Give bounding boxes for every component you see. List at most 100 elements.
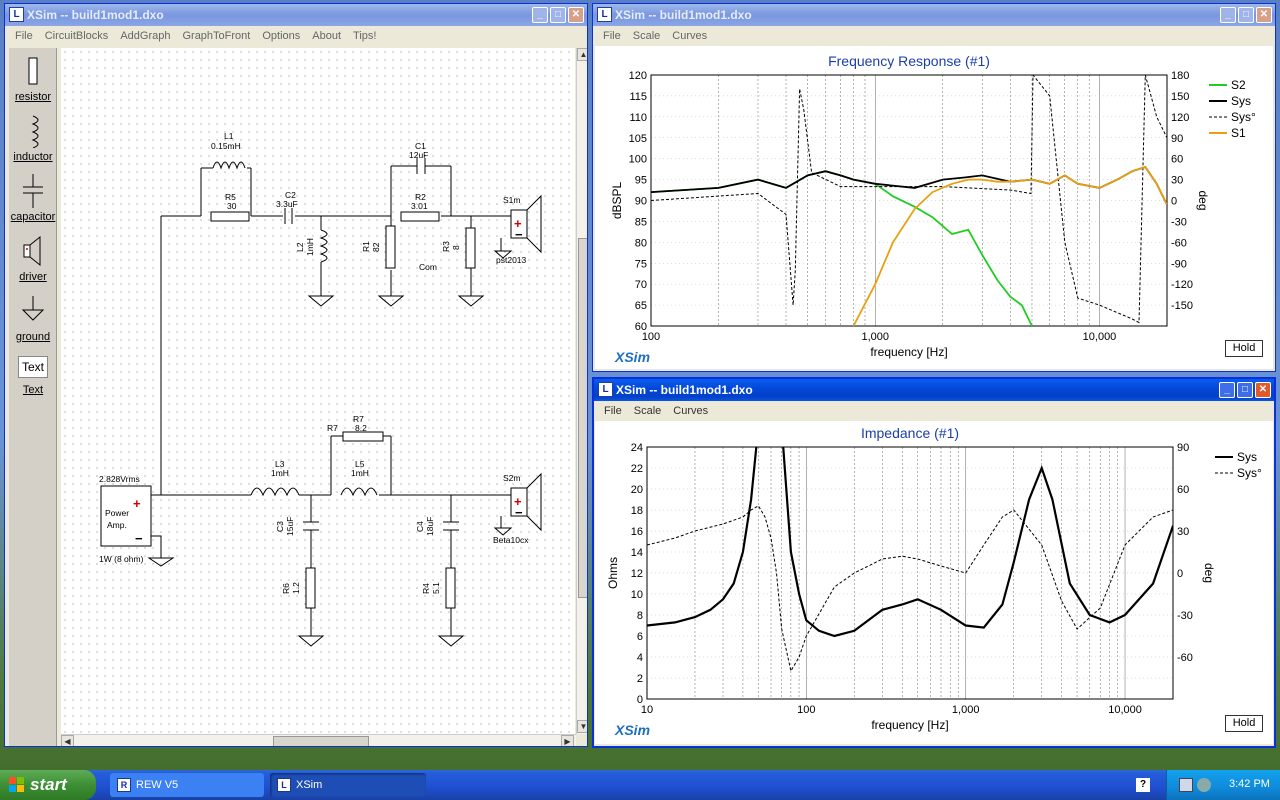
- resistor-r1: [385, 225, 396, 269]
- menu-curves[interactable]: Curves: [666, 30, 713, 42]
- x-tick-label: 10,000: [1108, 704, 1142, 716]
- menu-graphtofront[interactable]: GraphToFront: [176, 30, 256, 42]
- minimize-button[interactable]: _: [1220, 7, 1236, 23]
- value-r2: 3.01: [411, 201, 428, 211]
- close-button[interactable]: ✕: [1256, 7, 1272, 23]
- plot-frame: [646, 446, 1174, 700]
- maximize-button[interactable]: □: [1238, 7, 1254, 23]
- system-tray: 3:42 PM: [1166, 770, 1280, 800]
- imp-titlebar[interactable]: L XSim -- build1mod1.dxo _ □ ✕: [594, 379, 1274, 401]
- y-tick-label: 4: [637, 652, 643, 664]
- tool-capacitor[interactable]: capacitor: [9, 174, 57, 223]
- text-tool-icon: Text: [18, 356, 48, 378]
- resistor-r7: [342, 431, 384, 442]
- driver-icon: [23, 235, 41, 267]
- tool-resistor[interactable]: resistor: [9, 54, 57, 103]
- hold-button[interactable]: Hold: [1225, 340, 1263, 357]
- menu-options[interactable]: Options: [256, 30, 306, 42]
- menu-curves[interactable]: Curves: [667, 405, 714, 417]
- schematic-window: L XSim -- build1mod1.dxo _ □ ✕ File Circ…: [4, 3, 588, 747]
- task-xsim[interactable]: L XSim: [270, 773, 426, 797]
- value-r1: 82: [371, 242, 381, 252]
- value-c1: 12uF: [409, 150, 428, 160]
- close-button[interactable]: ✕: [1255, 382, 1271, 398]
- menu-scale[interactable]: Scale: [628, 405, 668, 417]
- maximize-button[interactable]: □: [550, 7, 566, 23]
- y-tick-label: 95: [635, 175, 647, 187]
- y2-tick-label: -60: [1177, 652, 1193, 664]
- menu-scale[interactable]: Scale: [627, 30, 667, 42]
- help-icon[interactable]: ?: [1136, 778, 1150, 792]
- scroll-left-arrow[interactable]: ◀: [61, 735, 74, 746]
- ground-symbol: [437, 635, 465, 647]
- horizontal-scrollbar[interactable]: ◀ ▶: [61, 734, 576, 746]
- menu-file[interactable]: File: [597, 30, 627, 42]
- y2-tick-label: 60: [1177, 484, 1189, 496]
- tool-ground-label: ground: [15, 331, 51, 343]
- tool-resistor-label: resistor: [14, 91, 52, 103]
- menu-addgraph[interactable]: AddGraph: [114, 30, 176, 42]
- value-l2: 1mH: [305, 238, 315, 256]
- y2-tick-label: 0: [1177, 568, 1183, 580]
- wire: [151, 535, 162, 558]
- resistor-r5: [210, 211, 250, 222]
- menu-about[interactable]: About: [306, 30, 347, 42]
- menu-file[interactable]: File: [598, 405, 628, 417]
- component-toolbox: resistor inductor capacitor driver groun…: [9, 48, 57, 746]
- vertical-scroll-thumb[interactable]: [578, 238, 587, 598]
- maximize-button[interactable]: □: [1237, 382, 1253, 398]
- tool-driver-label: driver: [19, 271, 47, 283]
- capacitor-c2: [284, 208, 293, 224]
- y2-tick-label: 30: [1177, 526, 1189, 538]
- value-l1: 0.15mH: [211, 141, 241, 151]
- inductor-l5: [340, 487, 378, 497]
- y2-tick-label: 0: [1171, 196, 1177, 208]
- y-tick-label: 80: [635, 237, 647, 249]
- close-button[interactable]: ✕: [568, 7, 584, 23]
- imp-menubar: File Scale Curves: [594, 401, 1274, 421]
- menu-file[interactable]: File: [9, 30, 39, 42]
- task-rew[interactable]: R REW V5: [110, 773, 264, 797]
- hold-button[interactable]: Hold: [1225, 715, 1263, 732]
- scroll-down-arrow[interactable]: ▼: [577, 720, 587, 733]
- y-tick-label: 20: [631, 484, 643, 496]
- tool-ground[interactable]: ground: [9, 294, 57, 343]
- y-tick-label: 6: [637, 631, 643, 643]
- xsim-app-icon: L: [598, 382, 613, 397]
- xsim-app-icon: L: [9, 7, 24, 22]
- scroll-up-arrow[interactable]: ▲: [577, 48, 587, 61]
- vertical-scrollbar[interactable]: ▲ ▼: [576, 48, 587, 734]
- ground-symbol: [307, 295, 335, 307]
- start-button[interactable]: start: [0, 770, 96, 800]
- minimize-button[interactable]: _: [1219, 382, 1235, 398]
- tool-inductor[interactable]: inductor: [9, 114, 57, 163]
- schematic-canvas[interactable]: + + + − − − L1 0.15mH R5 30 C2 3.3uF C1 …: [61, 48, 575, 734]
- inductor-icon: [31, 115, 39, 149]
- tool-text[interactable]: Text Text: [9, 354, 57, 396]
- label-r3: R3: [441, 241, 451, 252]
- circuit-diagram: + + + − − − L1 0.15mH R5 30 C2 3.3uF C1 …: [99, 131, 542, 647]
- horizontal-scroll-thumb[interactable]: [273, 736, 369, 746]
- rew-app-icon: R: [117, 778, 131, 792]
- legend-entry: Sys: [1231, 94, 1251, 108]
- value-l5: 1mH: [351, 468, 369, 478]
- wire: [500, 238, 509, 252]
- series-line-sys: [647, 447, 1173, 638]
- volume-icon[interactable]: [1197, 778, 1211, 792]
- x-axis-label: frequency [Hz]: [871, 718, 948, 732]
- y2-tick-label: 90: [1177, 442, 1189, 454]
- network-icon[interactable]: [1179, 778, 1193, 792]
- menu-tips[interactable]: Tips!: [347, 30, 382, 42]
- amp-power: 1W (8 ohm): [99, 554, 144, 564]
- menu-circuitblocks[interactable]: CircuitBlocks: [39, 30, 115, 42]
- scroll-right-arrow[interactable]: ▶: [561, 735, 574, 746]
- frequency-response-chart: Frequency Response (#1) 60 65 70 75 80 85 90 95 1…: [610, 53, 1256, 365]
- s2-minus-sign: −: [515, 505, 523, 520]
- schematic-titlebar[interactable]: L XSim -- build1mod1.dxo _ □ ✕: [5, 4, 587, 26]
- tool-driver[interactable]: driver: [9, 234, 57, 283]
- y-tick-label: 120: [629, 70, 647, 82]
- freq-titlebar[interactable]: L XSim -- build1mod1.dxo _ □ ✕: [593, 4, 1275, 26]
- y2-tick-label: 30: [1171, 175, 1183, 187]
- y-tick-label: 2: [637, 673, 643, 685]
- minimize-button[interactable]: _: [532, 7, 548, 23]
